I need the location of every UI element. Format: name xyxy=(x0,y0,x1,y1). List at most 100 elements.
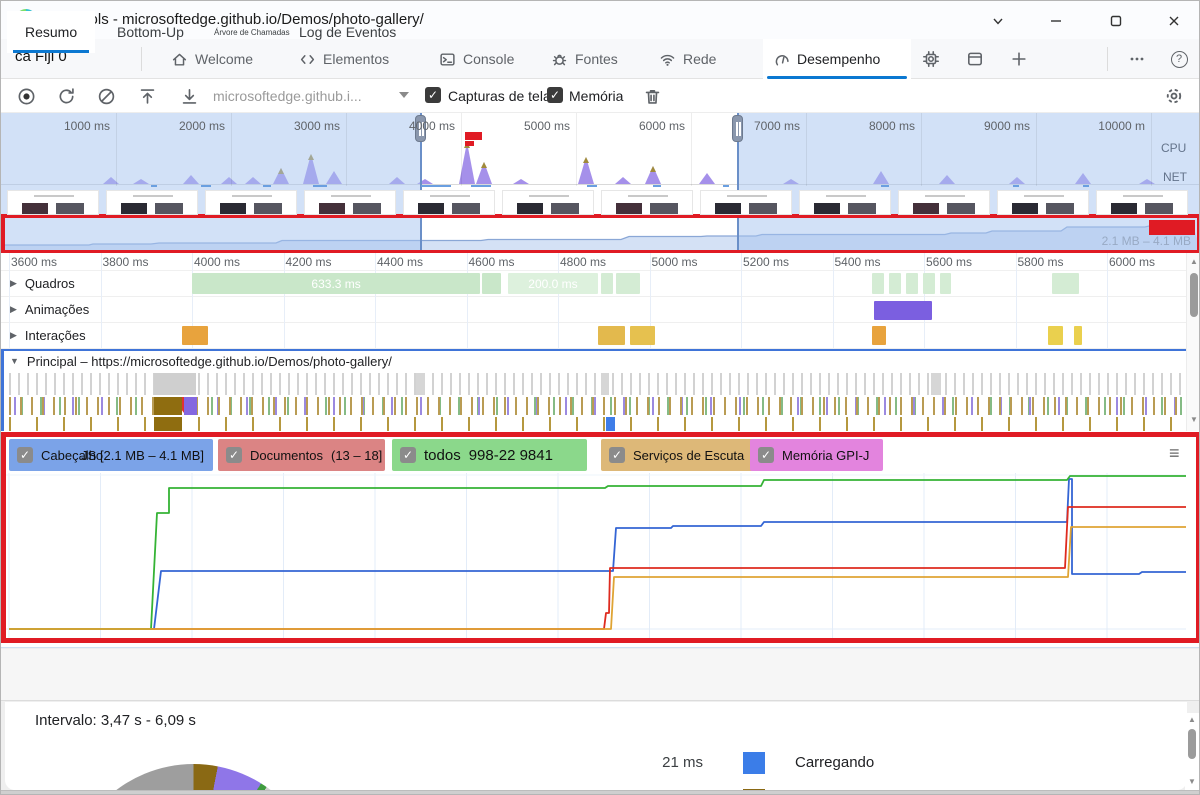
screenshots-checkbox[interactable]: ✓ xyxy=(425,87,441,103)
counter-checkbox[interactable]: ✓ xyxy=(226,447,242,463)
timeline-bar[interactable] xyxy=(630,326,655,345)
screenshot-thumbnail[interactable] xyxy=(898,190,990,215)
track-main-thread[interactable]: ▼ Principal – https://microsoftedge.gith… xyxy=(1,349,1186,371)
screenshot-thumbnail[interactable] xyxy=(700,190,792,215)
chevron-down-icon[interactable] xyxy=(983,11,1013,31)
screenshot-thumbnail[interactable] xyxy=(403,190,495,215)
timeline-bar[interactable] xyxy=(601,273,613,294)
divider xyxy=(1107,47,1108,71)
scroll-up-icon[interactable]: ▲ xyxy=(1187,257,1199,266)
timeline-bar[interactable] xyxy=(1074,326,1083,345)
chevron-down-icon[interactable] xyxy=(399,92,409,98)
screenshot-thumbnail[interactable] xyxy=(799,190,891,215)
ruler-tick-label: 7000 ms xyxy=(753,119,800,133)
bottom-tab-resumo[interactable]: Resumo xyxy=(7,11,96,53)
bug-icon xyxy=(551,51,568,68)
panels-icon[interactable] xyxy=(961,46,989,72)
screenshot-thumbnail[interactable] xyxy=(205,190,297,215)
tab-fontes[interactable]: Fontes xyxy=(541,39,636,79)
counter-chip-2[interactable]: ✓ Documentos (13 – 18] xyxy=(218,439,385,471)
memory-checkbox[interactable]: ✓ xyxy=(547,87,563,103)
flame-chart-band[interactable] xyxy=(9,417,1184,431)
track-animations[interactable]: ▶ Animações xyxy=(1,297,1186,323)
bottom-tab-bottom-up[interactable]: Bottom-Up xyxy=(99,11,202,53)
tab-console[interactable]: Console xyxy=(429,39,534,79)
flame-block[interactable] xyxy=(606,417,615,431)
detail-gridline xyxy=(1107,253,1108,348)
more-icon[interactable] xyxy=(1123,46,1151,72)
summary-scrollbar[interactable]: ▲ ▼ xyxy=(1185,713,1199,790)
flame-block[interactable] xyxy=(154,373,196,395)
counter-chip-5[interactable]: ✓ Memória GPI-J xyxy=(750,439,883,471)
screenshot-thumbnail[interactable] xyxy=(7,190,99,215)
timeline-bar[interactable] xyxy=(598,326,625,345)
chevron-right-icon[interactable]: ▶ xyxy=(10,304,17,315)
timeline-bar[interactable] xyxy=(905,273,918,294)
screenshot-thumbnail[interactable] xyxy=(106,190,198,215)
load-profile-button[interactable] xyxy=(134,83,160,109)
settings-gear-icon[interactable] xyxy=(1161,83,1187,109)
timeline-bar[interactable] xyxy=(615,273,641,294)
bar-duration-label: 200.0 ms xyxy=(528,276,578,291)
timeline-bar[interactable]: 633.3 ms xyxy=(192,273,481,294)
bottom-tab-log-de-eventos[interactable]: Log de Eventos xyxy=(281,11,414,53)
timeline-bar[interactable] xyxy=(871,273,884,294)
tracks-scrollbar[interactable]: ▲ ▼ xyxy=(1186,253,1199,431)
counter-checkbox[interactable]: ✓ xyxy=(609,447,625,463)
timeline-bar[interactable] xyxy=(181,326,208,345)
selection-grip-right[interactable] xyxy=(732,115,743,142)
scroll-up-icon[interactable]: ▲ xyxy=(1185,715,1199,724)
screenshot-thumbnail[interactable] xyxy=(1096,190,1188,215)
plus-icon[interactable] xyxy=(1005,46,1033,72)
timeline-bar[interactable] xyxy=(888,273,901,294)
timeline-bar[interactable] xyxy=(922,273,935,294)
timeline-bar[interactable] xyxy=(873,301,933,320)
scroll-down-icon[interactable]: ▼ xyxy=(1187,415,1199,424)
scrollbar-thumb[interactable] xyxy=(1188,729,1196,759)
close-button[interactable] xyxy=(1159,11,1189,31)
timeline-bar[interactable] xyxy=(939,273,952,294)
screenshot-thumbnail[interactable] xyxy=(601,190,693,215)
scrollbar-thumb[interactable] xyxy=(1190,273,1198,317)
record-button[interactable] xyxy=(13,83,39,109)
counter-checkbox[interactable]: ✓ xyxy=(758,447,774,463)
flame-block[interactable] xyxy=(184,397,197,415)
reload-button[interactable] xyxy=(53,83,79,109)
trash-button[interactable] xyxy=(639,83,665,109)
tab-label: Console xyxy=(463,51,515,67)
counter-checkbox[interactable]: ✓ xyxy=(17,447,33,463)
help-icon[interactable]: ? xyxy=(1165,46,1193,72)
counter-checkbox[interactable]: ✓ xyxy=(400,447,416,463)
counter-chip-4[interactable]: ✓Serviços de Escuta[41 – 68] xyxy=(601,439,803,471)
flame-block[interactable] xyxy=(416,373,425,395)
track-interactions[interactable]: ▶ Interações xyxy=(1,323,1186,349)
screenshot-thumbnail[interactable] xyxy=(502,190,594,215)
clear-button[interactable] xyxy=(93,83,119,109)
chevron-down-icon[interactable]: ▼ xyxy=(10,356,19,366)
chevron-right-icon[interactable]: ▶ xyxy=(10,278,17,289)
timeline-bar[interactable] xyxy=(482,273,502,294)
timeline-bar[interactable] xyxy=(1052,273,1079,294)
counter-chip-3[interactable]: ✓ todos 998-22 9841 xyxy=(392,439,587,471)
flame-block[interactable] xyxy=(154,417,182,431)
target-selector[interactable]: microsoftedge.github.i... xyxy=(213,88,362,104)
maximize-button[interactable] xyxy=(1101,11,1131,31)
save-profile-button[interactable] xyxy=(176,83,202,109)
screenshot-thumbnail[interactable] xyxy=(997,190,1089,215)
scroll-down-icon[interactable]: ▼ xyxy=(1185,777,1199,786)
chevron-right-icon[interactable]: ▶ xyxy=(10,330,17,341)
timeline-bar[interactable]: 200.0 ms xyxy=(507,273,599,294)
flame-block[interactable] xyxy=(601,373,609,395)
screenshot-thumbnail[interactable] xyxy=(304,190,396,215)
counter-chip-1[interactable]: ✓ Cabeçalho JS [2.1 MB – 4.1 MB] xyxy=(9,439,213,471)
interval-label: Intervalo: 3,47 s - 6,09 s xyxy=(35,712,196,729)
timeline-bar[interactable] xyxy=(1048,326,1064,345)
tab-desempenho[interactable]: Desempenho xyxy=(763,39,911,79)
flame-block[interactable] xyxy=(154,397,182,415)
flame-block[interactable] xyxy=(931,373,941,395)
detail-tick-label: 4200 ms xyxy=(285,255,332,269)
chip-icon[interactable] xyxy=(917,46,945,72)
timeline-bar[interactable] xyxy=(872,326,886,345)
minimize-button[interactable] xyxy=(1041,11,1071,31)
tab-rede[interactable]: Rede xyxy=(649,39,734,79)
